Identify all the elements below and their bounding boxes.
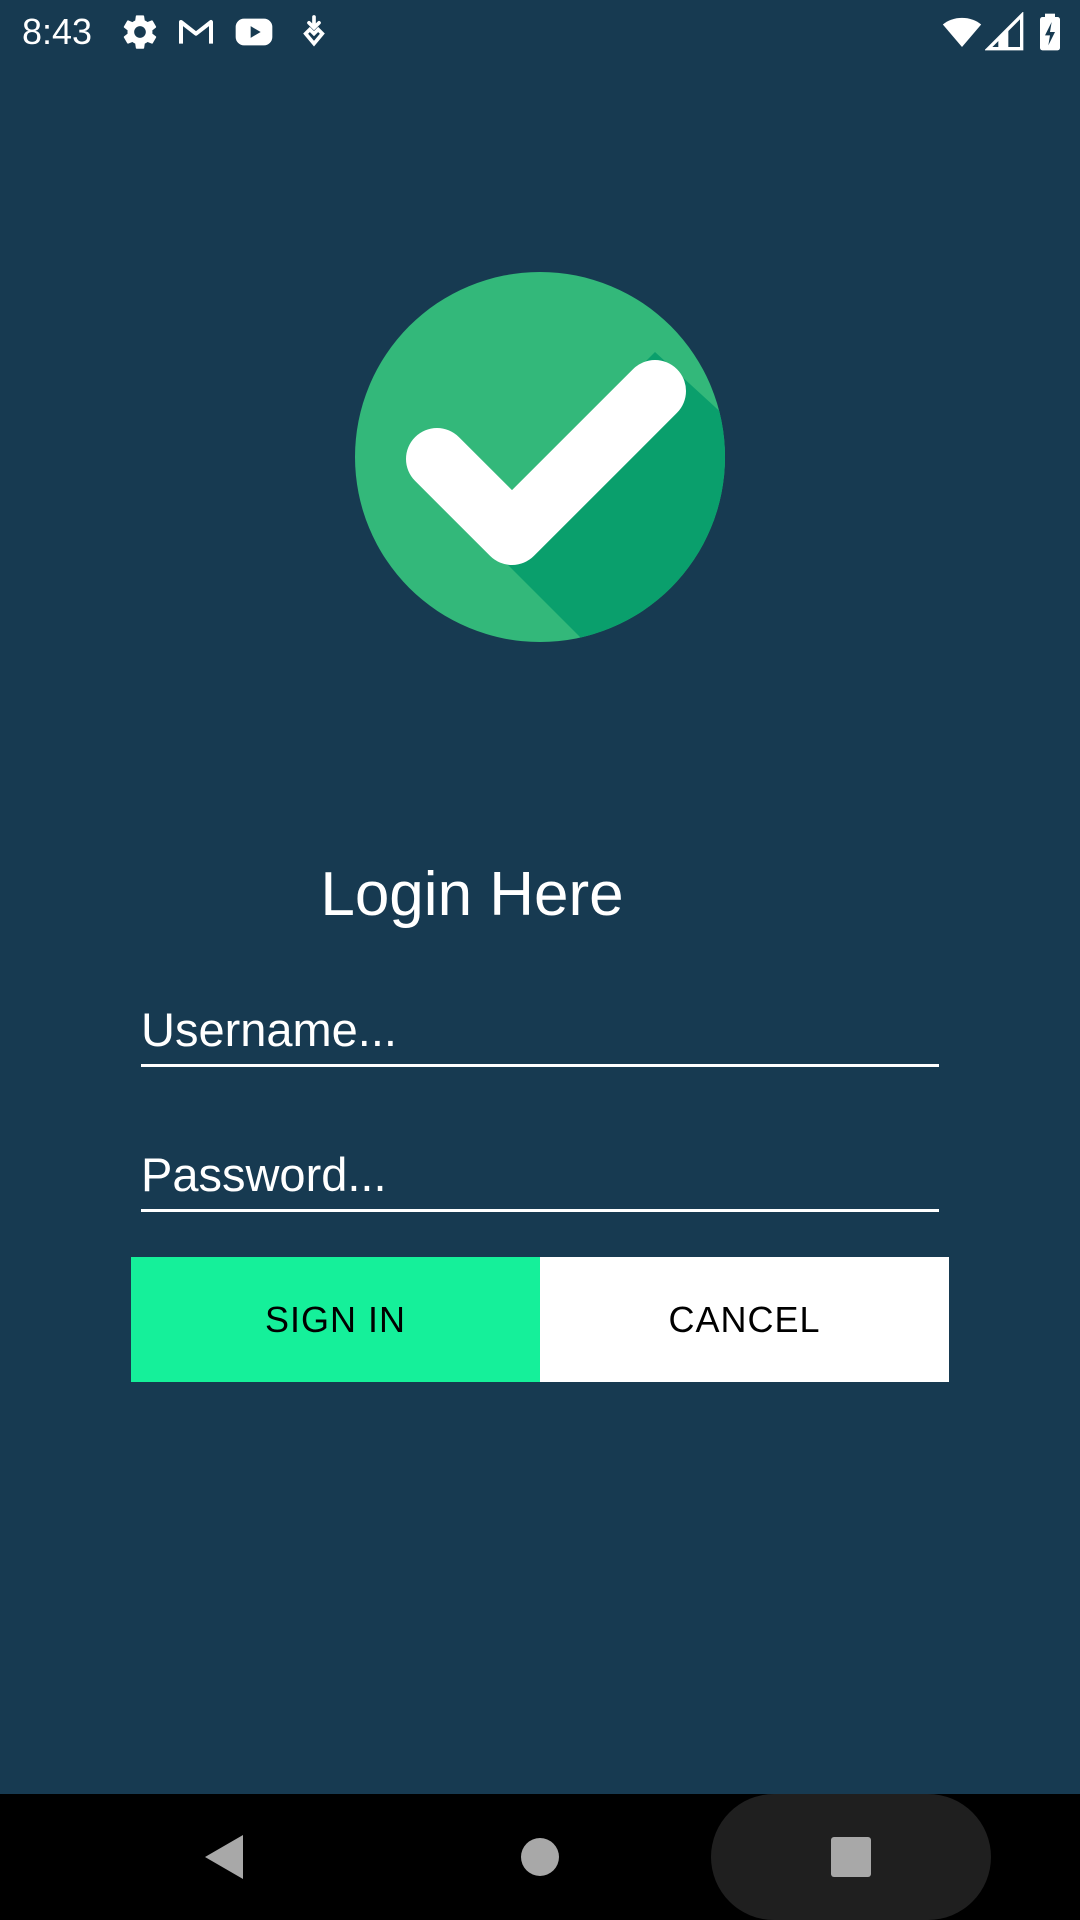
youtube-icon bbox=[234, 12, 274, 52]
sign-in-button[interactable]: SIGN IN bbox=[131, 1257, 540, 1382]
login-title: Login Here bbox=[320, 860, 624, 929]
cancel-button[interactable]: CANCEL bbox=[540, 1257, 949, 1382]
status-time: 8:43 bbox=[22, 11, 93, 52]
checkmark-logo-icon bbox=[355, 272, 725, 642]
wifi-icon bbox=[942, 12, 982, 52]
battery-charging-icon bbox=[1030, 12, 1070, 52]
gear-icon bbox=[120, 12, 160, 52]
status-bar: 8:43 bbox=[0, 0, 1080, 64]
home-icon[interactable] bbox=[500, 1817, 580, 1897]
download-icon bbox=[294, 12, 334, 52]
gmail-icon bbox=[176, 12, 216, 52]
signal-icon bbox=[985, 12, 1025, 52]
back-icon[interactable] bbox=[185, 1817, 265, 1897]
password-field[interactable] bbox=[141, 1139, 939, 1212]
recents-icon[interactable] bbox=[811, 1817, 891, 1897]
navigation-bar bbox=[0, 1794, 1080, 1920]
username-field[interactable] bbox=[141, 994, 939, 1067]
